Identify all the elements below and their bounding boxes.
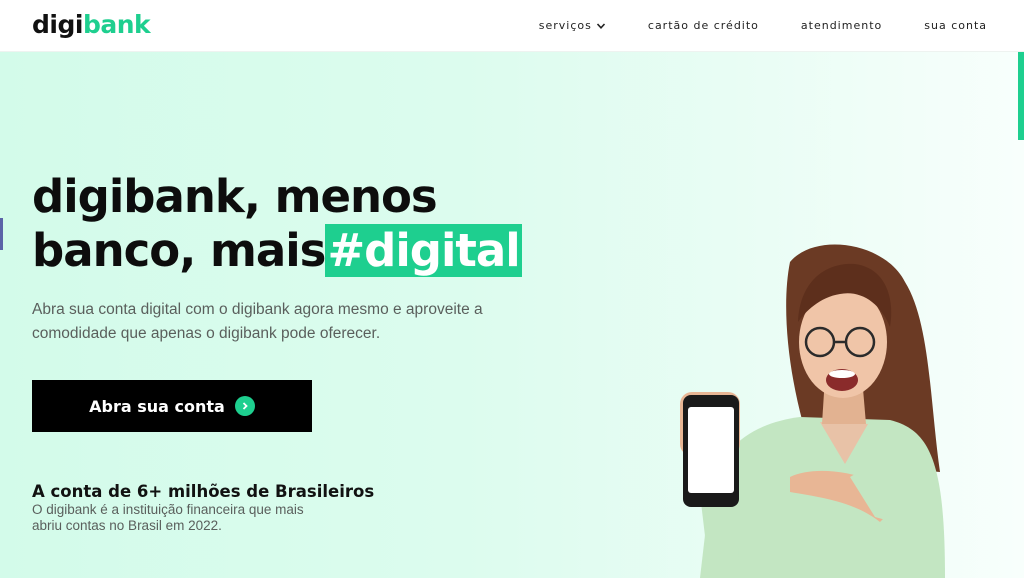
- stat-title: A conta de 6+ milhões de Brasileiros: [32, 482, 375, 501]
- scroll-accent-bar: [1018, 52, 1024, 140]
- open-account-button-label: Abra sua conta: [89, 396, 225, 416]
- headline-line-1: digibank, menos: [32, 170, 438, 223]
- edge-marker: [0, 218, 3, 250]
- nav-item-servicos[interactable]: serviços: [539, 19, 606, 32]
- site-header: digibank serviços cartão de crédito aten…: [0, 0, 1024, 52]
- digibank-logo[interactable]: digibank: [32, 10, 151, 40]
- stat-description: O digibank é a instituição financeira qu…: [32, 502, 304, 533]
- nav-item-atendimento[interactable]: atendimento: [801, 19, 882, 32]
- logo-part-digi: digi: [32, 10, 83, 39]
- headline-highlight: #digital: [325, 224, 522, 277]
- nav-item-sua-conta[interactable]: sua conta: [924, 19, 987, 32]
- open-account-button[interactable]: Abra sua conta: [32, 380, 312, 432]
- chevron-down-icon: [596, 22, 605, 29]
- woman-with-phone-photo: [680, 244, 945, 578]
- nav-item-label: serviços: [538, 19, 592, 32]
- hero-section: digibank, menos banco, mais#digital Abra…: [0, 52, 1024, 578]
- hero-subtitle: Abra sua conta digital com o digibank ag…: [32, 301, 483, 342]
- nav-item-cartao-de-credito[interactable]: cartão de crédito: [648, 19, 759, 32]
- chevron-right-icon: [234, 396, 255, 416]
- headline-line-2-prefix: banco, mais: [32, 224, 326, 277]
- headline-line-2: banco, mais#digital: [32, 224, 522, 278]
- logo-part-bank: bank: [82, 10, 151, 39]
- hero-headline: digibank, menos banco, mais#digital: [32, 170, 522, 278]
- main-nav: serviços cartão de crédito atendimento s…: [539, 19, 987, 32]
